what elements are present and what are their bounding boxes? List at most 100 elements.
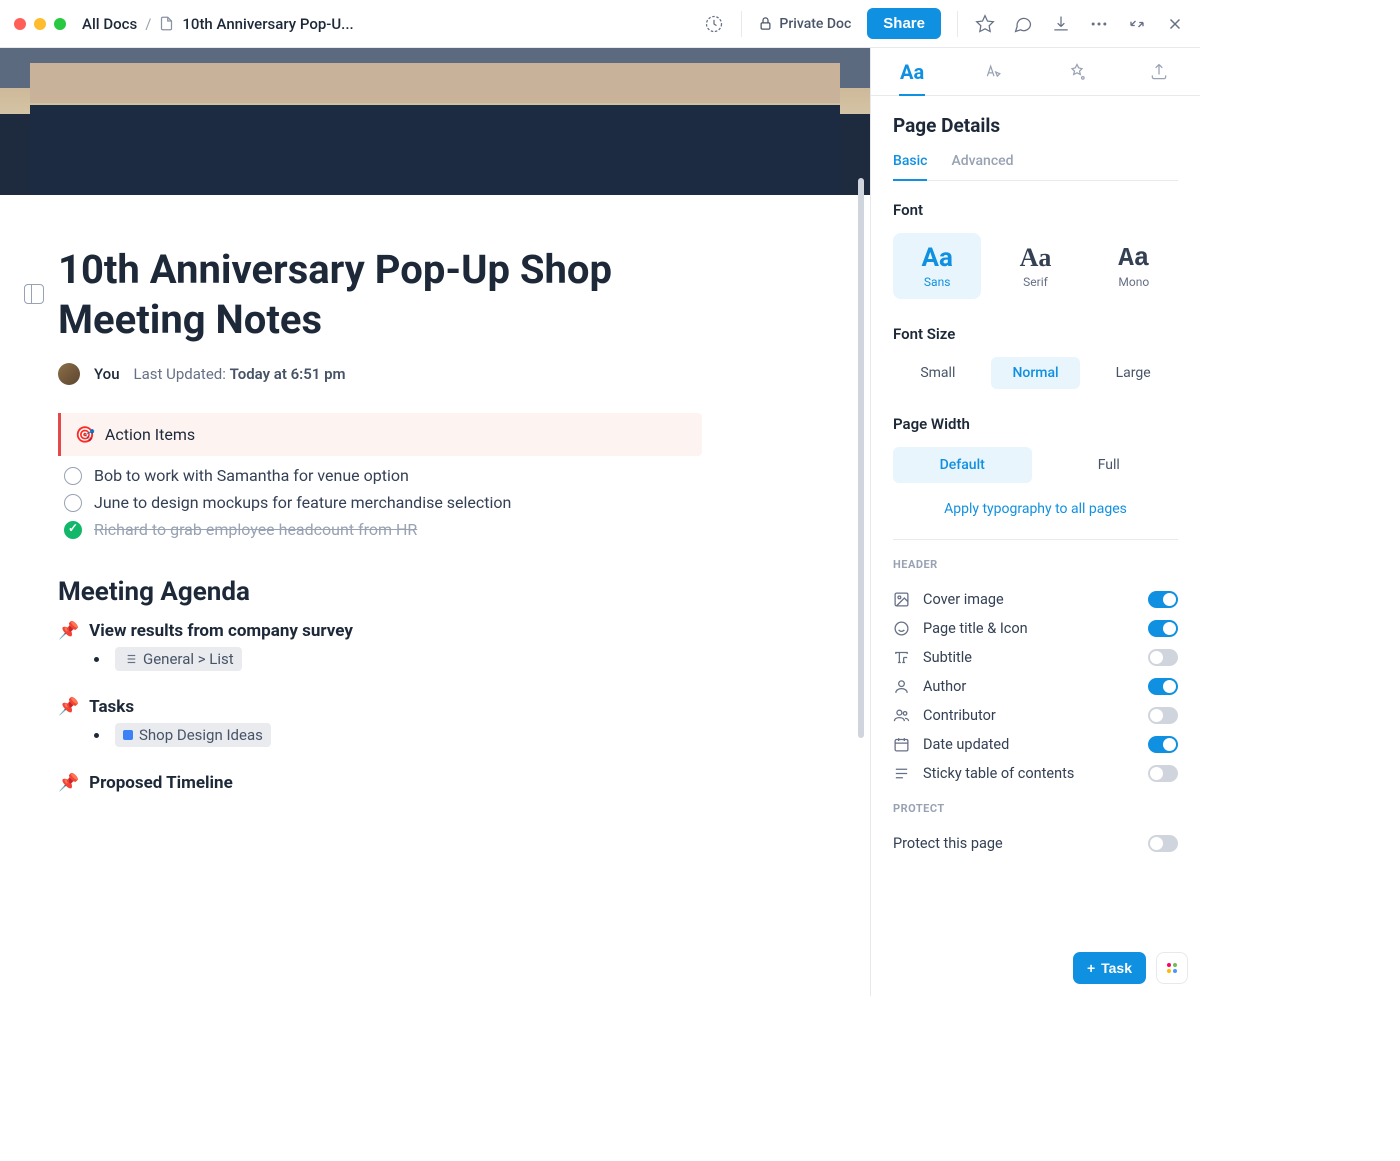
- checkbox-icon[interactable]: [64, 467, 82, 485]
- divider: [893, 539, 1178, 540]
- breadcrumb-title[interactable]: 10th Anniversary Pop-U...: [182, 15, 353, 33]
- agenda-item[interactable]: 📌 View results from company survey: [58, 619, 702, 643]
- toggle-switch[interactable]: [1148, 707, 1178, 724]
- panel-body: Page Details Basic Advanced Font Aa Sans…: [871, 96, 1200, 996]
- tasks-heading[interactable]: 📌 Tasks: [58, 695, 702, 719]
- toggle-switch[interactable]: [1148, 591, 1178, 608]
- calendar-icon: [893, 736, 911, 753]
- page-details-panel: Aa Page Details Basic Advanced Font Aa: [870, 48, 1200, 996]
- action-items-callout: 🎯 Action Items: [58, 413, 702, 456]
- toggle-subtitle: Subtitle: [893, 643, 1178, 672]
- close-window-button[interactable]: [14, 18, 26, 30]
- font-option-mono[interactable]: Aa Mono: [1090, 233, 1178, 299]
- privacy-indicator[interactable]: Private Doc: [758, 16, 851, 32]
- toggle-protect-page: Protect this page: [893, 829, 1178, 858]
- timeline-heading[interactable]: 📌 Proposed Timeline: [58, 771, 702, 795]
- topbar: All Docs / 10th Anniversary Pop-U... Pri…: [0, 0, 1200, 48]
- scrollbar[interactable]: [858, 178, 864, 738]
- toggle-page-title: Page title & Icon: [893, 614, 1178, 643]
- linked-task-chip[interactable]: Shop Design Ideas: [115, 723, 271, 747]
- collapse-icon[interactable]: [1126, 13, 1148, 35]
- header-group-label: HEADER: [893, 558, 1178, 571]
- more-icon[interactable]: [1088, 13, 1110, 35]
- toggle-author: Author: [893, 672, 1178, 701]
- font-size-large[interactable]: Large: [1088, 357, 1178, 389]
- page-width-full[interactable]: Full: [1040, 447, 1179, 483]
- content-area: 10th Anniversary Pop-Up Shop Meeting Not…: [0, 48, 870, 996]
- private-label: Private Doc: [779, 16, 851, 32]
- breadcrumb-separator: /: [145, 15, 151, 33]
- font-option-serif[interactable]: Aa Serif: [991, 233, 1079, 299]
- toggle-contributor: Contributor: [893, 701, 1178, 730]
- minimize-window-button[interactable]: [34, 18, 46, 30]
- toggle-switch[interactable]: [1148, 765, 1178, 782]
- share-button[interactable]: Share: [867, 8, 941, 39]
- check-item[interactable]: Bob to work with Samantha for venue opti…: [58, 462, 702, 489]
- page-width-label: Page Width: [893, 415, 1178, 433]
- new-task-button[interactable]: + Task: [1073, 952, 1146, 984]
- pin-icon: 📌: [58, 773, 79, 793]
- comment-icon[interactable]: [1012, 13, 1034, 35]
- maximize-window-button[interactable]: [54, 18, 66, 30]
- breadcrumb-root[interactable]: All Docs: [82, 15, 137, 33]
- toggle-switch[interactable]: [1148, 649, 1178, 666]
- target-icon: 🎯: [75, 425, 95, 444]
- favorite-icon[interactable]: [974, 13, 996, 35]
- top-actions: Private Doc Share: [703, 8, 1186, 39]
- font-size-small[interactable]: Small: [893, 357, 983, 389]
- tab-basic[interactable]: Basic: [893, 153, 927, 181]
- close-icon[interactable]: [1164, 13, 1186, 35]
- divider: [741, 11, 742, 37]
- emoji-icon: [893, 620, 911, 637]
- check-item[interactable]: Richard to grab employee headcount from …: [58, 516, 702, 543]
- cover-image[interactable]: [0, 48, 870, 195]
- author-avatar[interactable]: [58, 363, 80, 385]
- tab-advanced[interactable]: Advanced: [951, 153, 1013, 180]
- checkbox-icon[interactable]: [64, 494, 82, 512]
- toggle-date-updated: Date updated: [893, 730, 1178, 759]
- export-tab[interactable]: [1118, 48, 1200, 95]
- apps-grid-icon: [1167, 963, 1177, 973]
- bullet-icon: [94, 733, 99, 738]
- main: 10th Anniversary Pop-Up Shop Meeting Not…: [0, 48, 1200, 996]
- floating-actions: + Task: [1073, 952, 1188, 984]
- font-label: Font: [893, 201, 1178, 219]
- sidebar-toggle-icon[interactable]: [24, 284, 44, 304]
- list-icon: [893, 765, 911, 782]
- toggle-switch[interactable]: [1148, 678, 1178, 695]
- page-title[interactable]: 10th Anniversary Pop-Up Shop Meeting Not…: [58, 245, 702, 345]
- toggle-cover-image: Cover image: [893, 585, 1178, 614]
- status-square-icon: [123, 730, 133, 740]
- agenda-heading[interactable]: Meeting Agenda: [58, 577, 702, 607]
- users-icon: [893, 707, 911, 724]
- linked-view-chip[interactable]: General > List: [115, 647, 242, 671]
- toggle-switch[interactable]: [1148, 835, 1178, 852]
- text-icon: [893, 649, 911, 666]
- check-item[interactable]: June to design mockups for feature merch…: [58, 489, 702, 516]
- plus-icon: +: [1087, 960, 1095, 976]
- apps-button[interactable]: [1156, 952, 1188, 984]
- toggle-switch[interactable]: [1148, 736, 1178, 753]
- font-option-sans[interactable]: Aa Sans: [893, 233, 981, 299]
- ai-tab[interactable]: [953, 48, 1035, 95]
- list-item[interactable]: Shop Design Ideas: [58, 723, 702, 747]
- pin-icon: 📌: [58, 621, 79, 641]
- pin-icon: 📌: [58, 697, 79, 717]
- download-icon[interactable]: [1050, 13, 1072, 35]
- toggle-sticky-toc: Sticky table of contents: [893, 759, 1178, 788]
- page-width-default[interactable]: Default: [893, 447, 1032, 483]
- font-size-normal[interactable]: Normal: [991, 357, 1081, 389]
- history-icon[interactable]: [703, 13, 725, 35]
- divider: [957, 11, 958, 37]
- toggle-switch[interactable]: [1148, 620, 1178, 637]
- apply-typography-link[interactable]: Apply typography to all pages: [893, 501, 1178, 517]
- action-items-label: Action Items: [105, 425, 195, 444]
- templates-tab[interactable]: [1036, 48, 1118, 95]
- typography-tab[interactable]: Aa: [871, 48, 953, 95]
- checklist: Bob to work with Samantha for venue opti…: [58, 462, 702, 543]
- list-item[interactable]: General > List: [58, 647, 702, 671]
- font-picker: Aa Sans Aa Serif Aa Mono: [893, 233, 1178, 299]
- panel-subtabs: Basic Advanced: [893, 153, 1178, 181]
- checkbox-checked-icon[interactable]: [64, 521, 82, 539]
- author-name: You: [94, 365, 120, 383]
